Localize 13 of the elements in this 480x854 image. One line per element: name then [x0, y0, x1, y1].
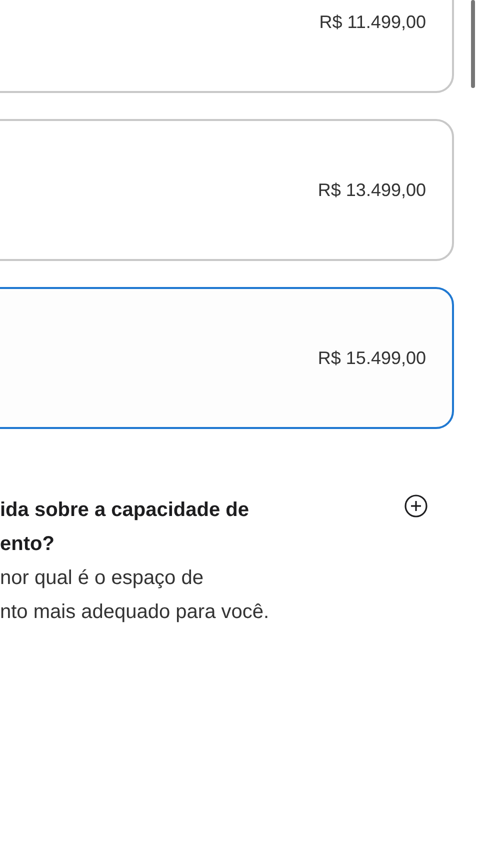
answer-text: nor qual é o espaço de	[0, 566, 204, 591]
price-text: R$ 11.499,00	[319, 12, 426, 32]
expand-button[interactable]	[403, 493, 429, 519]
storage-option[interactable]: R$ 11.499,00	[0, 0, 454, 93]
price-text: R$ 13.499,00	[318, 180, 426, 200]
price-text: R$ 15.499,00	[318, 348, 426, 368]
question-title: ida sobre a capacidade de	[0, 498, 250, 523]
scrollbar[interactable]	[471, 0, 475, 88]
storage-option[interactable]: R$ 13.499,00	[0, 119, 454, 261]
storage-option[interactable]: R$ 15.499,00	[0, 287, 454, 429]
question-title: ento?	[0, 532, 56, 557]
answer-text: nto mais adequado para você.	[0, 600, 270, 625]
plus-circle-icon	[403, 493, 429, 519]
